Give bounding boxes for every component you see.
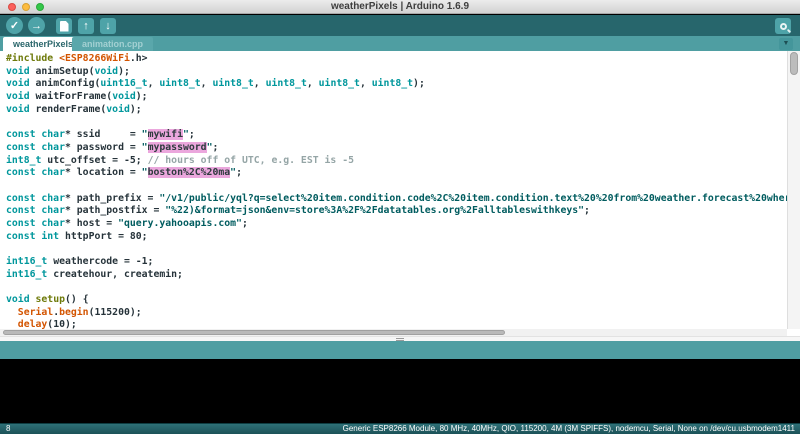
code-line: int16_t weathercode = -1; (6, 256, 800, 269)
code-line: const char* path_prefix = "/v1/public/yq… (6, 193, 800, 206)
arrow-right-icon: → (31, 20, 42, 32)
code-line (6, 116, 800, 129)
arduino-ide-window: weatherPixels | Arduino 1.6.9 ✓ → ↑ ↓ we… (0, 0, 800, 434)
new-sketch-button[interactable] (56, 18, 72, 34)
code-line: const char* ssid = "mywifi"; (6, 129, 800, 142)
console-header (0, 341, 800, 359)
code-line: const char* location = "boston%2C%20ma"; (6, 167, 800, 180)
code-line: void animSetup(void); (6, 66, 800, 79)
console-output (0, 359, 800, 423)
check-icon: ✓ (10, 19, 19, 32)
code-line: void renderFrame(void); (6, 104, 800, 117)
save-button[interactable]: ↓ (100, 18, 116, 34)
window-title: weatherPixels | Arduino 1.6.9 (0, 0, 800, 14)
code-line: void waitForFrame(void); (6, 91, 800, 104)
code-line (6, 180, 800, 193)
open-button[interactable]: ↑ (78, 18, 94, 34)
window-controls (8, 3, 44, 11)
tab-animation-cpp[interactable]: animation.cpp (72, 37, 153, 51)
zoom-button[interactable] (36, 3, 44, 11)
horizontal-scrollbar[interactable] (0, 329, 787, 336)
board-info: Generic ESP8266 Module, 80 MHz, 40MHz, Q… (343, 424, 795, 434)
tab-bar: weatherPixels § animation.cpp ▼ (0, 36, 800, 51)
code-line: Serial.begin(115200); (6, 307, 800, 320)
verify-button[interactable]: ✓ (6, 17, 23, 34)
code-line (6, 281, 800, 294)
code-line: void animConfig(uint16_t, uint8_t, uint8… (6, 78, 800, 91)
vertical-scrollbar[interactable] (787, 51, 800, 329)
code-line: const char* password = "mypassword"; (6, 142, 800, 155)
document-icon (60, 21, 69, 32)
code-line: const int httpPort = 80; (6, 231, 800, 244)
toolbar: ✓ → ↑ ↓ (0, 15, 800, 36)
arrow-down-icon: ↓ (105, 20, 111, 32)
code-area[interactable]: #include <ESP8266WiFi.h>void animSetup(v… (0, 51, 800, 336)
chevron-down-icon: ▼ (783, 40, 790, 47)
vertical-scrollbar-thumb[interactable] (790, 52, 798, 75)
close-button[interactable] (8, 3, 16, 11)
code-line: int8_t utc_offset = -5; // hours off of … (6, 155, 800, 168)
horizontal-scrollbar-thumb[interactable] (3, 330, 505, 335)
status-bar: 8 Generic ESP8266 Module, 80 MHz, 40MHz,… (0, 423, 800, 434)
magnifier-icon (780, 23, 787, 30)
upload-button[interactable]: → (28, 17, 45, 34)
code-line: void setup() { (6, 294, 800, 307)
code-line (6, 243, 800, 256)
code-line: const char* host = "query.yahooapis.com"… (6, 218, 800, 231)
line-number: 8 (6, 424, 10, 434)
code-line: const char* path_postfix = "%22)&format=… (6, 205, 800, 218)
code-line: int16_t createhour, createmin; (6, 269, 800, 282)
arrow-up-icon: ↑ (83, 20, 89, 32)
serial-monitor-button[interactable] (775, 18, 791, 34)
title-bar: weatherPixels | Arduino 1.6.9 (0, 0, 800, 14)
code-editor[interactable]: #include <ESP8266WiFi.h>void animSetup(v… (0, 51, 800, 336)
minimize-button[interactable] (22, 3, 30, 11)
tab-menu-button[interactable]: ▼ (779, 38, 793, 50)
code-line: #include <ESP8266WiFi.h> (6, 53, 800, 66)
